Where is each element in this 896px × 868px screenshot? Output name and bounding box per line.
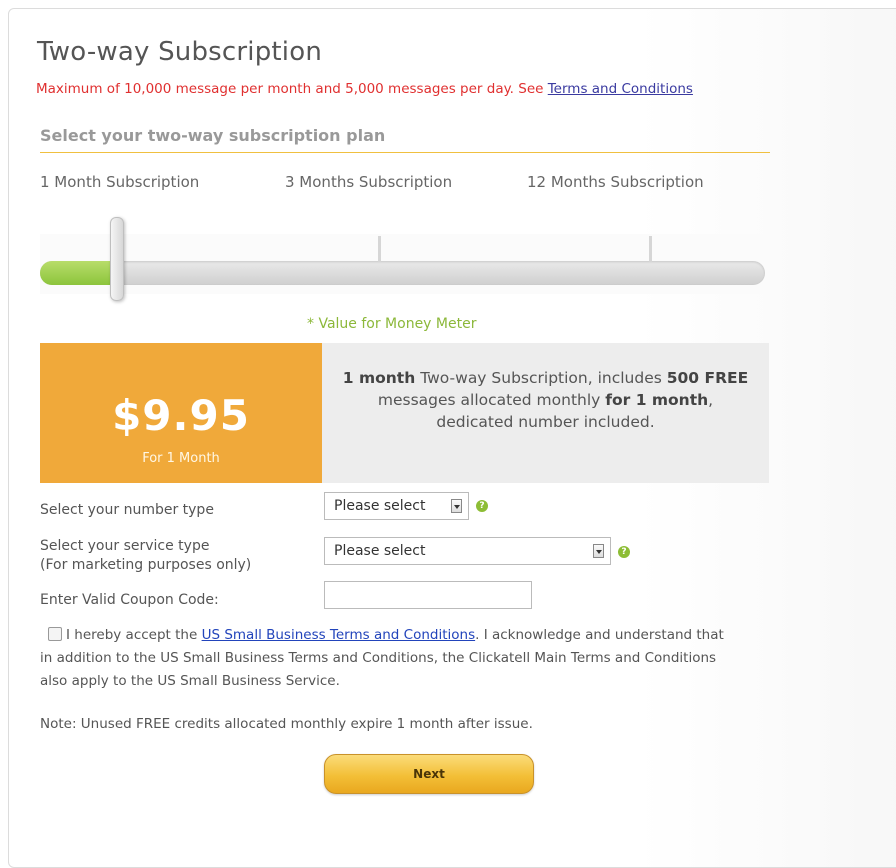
plan-description: 1 month Two-way Subscription, includes 5…: [342, 367, 749, 433]
value-meter-label: * Value for Money Meter: [307, 316, 477, 332]
plan-option-3-months[interactable]: 3 Months Subscription: [285, 173, 452, 191]
desc-duration: 1 month: [342, 369, 416, 387]
number-type-select[interactable]: Please select: [324, 492, 469, 520]
desc-free-count: 500 FREE: [666, 369, 749, 387]
terms-text: I hereby accept the US Small Business Te…: [40, 624, 730, 693]
limits-notice: Maximum of 10,000 message per month and …: [36, 81, 693, 97]
service-type-label: Select your service type (For marketing …: [40, 537, 251, 575]
help-icon[interactable]: ?: [618, 546, 630, 558]
help-icon[interactable]: ?: [476, 500, 488, 512]
number-type-value: Please select: [334, 498, 426, 514]
slider-tick-3-months: [378, 236, 381, 262]
desc-text-1: Two-way Subscription, includes: [415, 369, 667, 387]
service-type-select[interactable]: Please select: [324, 537, 611, 565]
plan-description-box: 1 month Two-way Subscription, includes 5…: [322, 343, 769, 483]
coupon-label: Enter Valid Coupon Code:: [40, 592, 219, 608]
chevron-down-icon[interactable]: [593, 544, 604, 558]
limits-text: Maximum of 10,000 message per month and …: [36, 81, 548, 97]
page-title: Two-way Subscription: [37, 37, 323, 67]
service-type-label-line1: Select your service type: [40, 538, 210, 554]
plan-section-title: Select your two-way subscription plan: [40, 126, 770, 153]
service-type-value: Please select: [334, 543, 426, 559]
slider-tick-12-months: [649, 236, 652, 262]
price-period: For 1 Month: [142, 451, 220, 466]
number-type-label: Select your number type: [40, 502, 214, 518]
terms-link[interactable]: Terms and Conditions: [548, 81, 693, 97]
slider-track[interactable]: [40, 261, 765, 285]
desc-period: for 1 month: [605, 391, 709, 409]
price-box: $9.95 For 1 Month: [40, 343, 322, 483]
chevron-down-icon[interactable]: [451, 499, 462, 513]
slider-fill: [40, 261, 117, 285]
small-business-terms-link[interactable]: US Small Business Terms and Conditions: [202, 627, 476, 643]
desc-text-2: messages allocated monthly: [377, 391, 606, 409]
coupon-input[interactable]: [324, 581, 532, 609]
plan-option-12-months[interactable]: 12 Months Subscription: [527, 173, 704, 191]
slider-handle[interactable]: [110, 217, 124, 301]
terms-prefix: I hereby accept the: [66, 627, 202, 643]
price-amount: $9.95: [112, 391, 250, 440]
credits-note: Note: Unused FREE credits allocated mont…: [40, 716, 533, 732]
service-type-label-line2: (For marketing purposes only): [40, 557, 252, 573]
plan-slider[interactable]: [40, 217, 765, 301]
next-button[interactable]: Next: [324, 754, 534, 794]
plan-option-1-month[interactable]: 1 Month Subscription: [40, 173, 199, 191]
